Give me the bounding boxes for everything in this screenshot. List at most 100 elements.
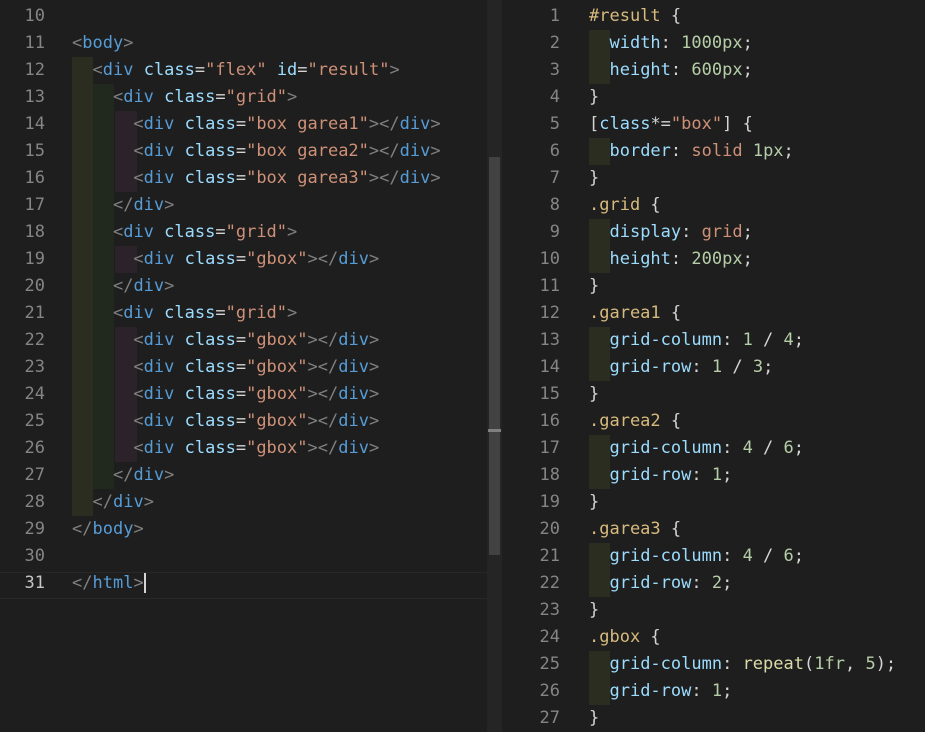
code-text[interactable]: .grid {	[589, 192, 661, 219]
line-number[interactable]: 9	[502, 219, 560, 246]
line-number[interactable]: 25	[502, 651, 560, 678]
line-number[interactable]: 17	[0, 192, 45, 219]
code-text[interactable]: </div>	[72, 273, 174, 300]
code-text[interactable]: grid-column: 1 / 4;	[589, 327, 804, 354]
line-number[interactable]: 12	[502, 300, 560, 327]
code-text[interactable]: <div class="flex" id="result">	[72, 57, 399, 84]
code-text[interactable]: .gbox {	[589, 624, 661, 651]
code-text[interactable]: </body>	[72, 516, 144, 543]
code-text[interactable]: grid-row: 2;	[589, 570, 732, 597]
code-text[interactable]: height: 200px;	[589, 246, 752, 273]
line-number[interactable]: 16	[0, 165, 45, 192]
code-text[interactable]: }	[589, 489, 599, 516]
line-number[interactable]: 26	[0, 435, 45, 462]
line-number[interactable]: 11	[502, 273, 560, 300]
line-number[interactable]: 29	[0, 516, 45, 543]
line-number[interactable]: 1	[502, 3, 560, 30]
line-number[interactable]: 3	[502, 57, 560, 84]
line-number[interactable]: 27	[0, 462, 45, 489]
code-text[interactable]: grid-row: 1;	[589, 678, 732, 705]
html-editor-pane[interactable]: 10 11 <body> 12 <div class="flex" id="resul…	[0, 0, 487, 732]
code-text[interactable]: <div class="grid">	[72, 219, 297, 246]
code-text[interactable]: grid-column: 4 / 6;	[589, 435, 804, 462]
line-number[interactable]: 2	[502, 30, 560, 57]
line-number[interactable]: 15	[502, 381, 560, 408]
code-text[interactable]: <div class="box garea2"></div>	[72, 138, 440, 165]
css-editor-pane[interactable]: 1 #result { 2 width: 1000px; 3 height: 600p…	[502, 0, 925, 732]
line-number[interactable]: 19	[502, 489, 560, 516]
code-text[interactable]: display: grid;	[589, 219, 752, 246]
line-number[interactable]: 16	[502, 408, 560, 435]
code-text[interactable]: grid-column: repeat(1fr, 5);	[589, 651, 896, 678]
code-text[interactable]: grid-column: 4 / 6;	[589, 543, 804, 570]
line-number[interactable]: 22	[502, 570, 560, 597]
line-number[interactable]: 23	[502, 597, 560, 624]
line-number[interactable]: 25	[0, 408, 45, 435]
code-text[interactable]: .garea2 {	[589, 408, 681, 435]
code-text[interactable]: }	[589, 273, 599, 300]
line-number[interactable]: 30	[0, 543, 45, 570]
line-number[interactable]: 7	[502, 165, 560, 192]
code-text[interactable]: height: 600px;	[589, 57, 752, 84]
line-number[interactable]: 15	[0, 138, 45, 165]
line-number[interactable]: 6	[502, 138, 560, 165]
line-number[interactable]: 19	[0, 246, 45, 273]
line-number[interactable]: 20	[502, 516, 560, 543]
line-number[interactable]: 13	[502, 327, 560, 354]
code-text[interactable]: [class*="box"] {	[589, 111, 753, 138]
code-text[interactable]: </div>	[72, 192, 174, 219]
code-text[interactable]: <div class="box garea1"></div>	[72, 111, 440, 138]
code-text[interactable]: <div class="box garea3"></div>	[72, 165, 440, 192]
code-text[interactable]: }	[589, 705, 599, 732]
line-number[interactable]: 10	[502, 246, 560, 273]
code-text[interactable]: .garea3 {	[589, 516, 681, 543]
code-text[interactable]: </div>	[72, 462, 174, 489]
line-number[interactable]: 26	[502, 678, 560, 705]
code-text[interactable]: </html>	[72, 570, 146, 597]
code-text[interactable]: }	[589, 165, 599, 192]
code-text[interactable]: <div class="gbox"></div>	[72, 327, 379, 354]
line-number[interactable]: 11	[0, 30, 45, 57]
code-text[interactable]: }	[589, 381, 599, 408]
code-text[interactable]: <div class="gbox"></div>	[72, 435, 379, 462]
code-text[interactable]: </div>	[72, 489, 153, 516]
code-text[interactable]: <div class="grid">	[72, 300, 297, 327]
code-text[interactable]: }	[589, 597, 599, 624]
line-number[interactable]: 20	[0, 273, 45, 300]
line-number[interactable]: 18	[502, 462, 560, 489]
line-number[interactable]: 4	[502, 84, 560, 111]
line-number[interactable]: 8	[502, 192, 560, 219]
line-number[interactable]: 13	[0, 84, 45, 111]
line-number[interactable]: 12	[0, 57, 45, 84]
line-number[interactable]: 21	[0, 300, 45, 327]
code-text[interactable]: #result {	[589, 3, 681, 30]
line-number[interactable]: 31	[0, 570, 45, 597]
code-text[interactable]: <body>	[72, 30, 133, 57]
code-text[interactable]: <div class="gbox"></div>	[72, 354, 379, 381]
line-number[interactable]: 27	[502, 705, 560, 732]
code-text[interactable]: <div class="gbox"></div>	[72, 246, 379, 273]
code-text[interactable]: }	[589, 84, 599, 111]
code-text[interactable]: <div class="grid">	[72, 84, 297, 111]
line-number[interactable]: 10	[0, 3, 45, 30]
line-number[interactable]: 28	[0, 489, 45, 516]
line-number[interactable]: 21	[502, 543, 560, 570]
code-text[interactable]: .garea1 {	[589, 300, 681, 327]
code-text[interactable]: border: solid 1px;	[589, 138, 793, 165]
line-number[interactable]: 17	[502, 435, 560, 462]
token-txt: :	[691, 573, 712, 593]
code-text[interactable]: <div class="gbox"></div>	[72, 381, 379, 408]
line-number[interactable]: 14	[502, 354, 560, 381]
code-text[interactable]: grid-row: 1;	[589, 462, 732, 489]
line-number[interactable]: 22	[0, 327, 45, 354]
line-number[interactable]: 5	[502, 111, 560, 138]
line-number[interactable]: 24	[502, 624, 560, 651]
line-number[interactable]: 24	[0, 381, 45, 408]
line-number[interactable]: 18	[0, 219, 45, 246]
code-text[interactable]: width: 1000px;	[589, 30, 752, 57]
code-text[interactable]: grid-row: 1 / 3;	[589, 354, 773, 381]
code-text[interactable]: <div class="gbox"></div>	[72, 408, 379, 435]
scrollbar-thumb[interactable]	[489, 157, 500, 555]
line-number[interactable]: 14	[0, 111, 45, 138]
line-number[interactable]: 23	[0, 354, 45, 381]
